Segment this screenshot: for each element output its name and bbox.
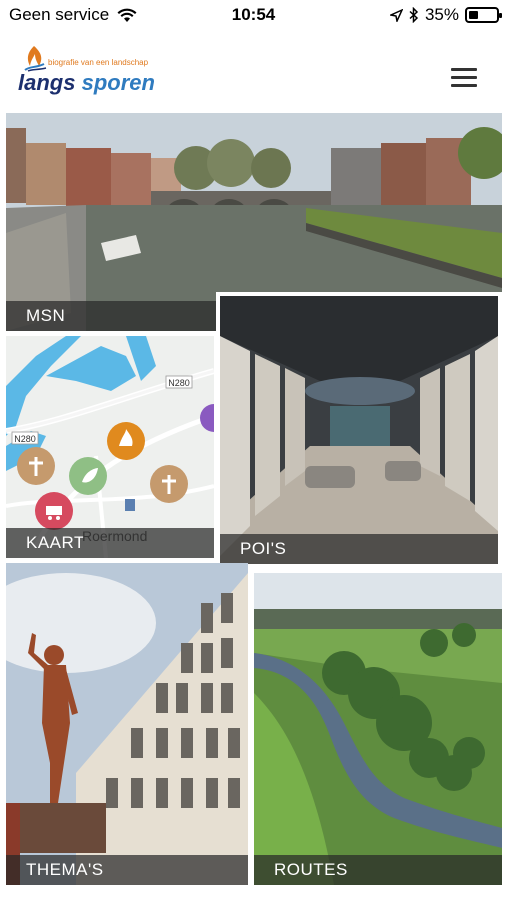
battery-icon	[465, 7, 502, 23]
flame-logo-icon	[24, 46, 47, 72]
status-bar: Geen service 10:54 35%	[0, 0, 507, 30]
bluetooth-icon	[409, 7, 419, 23]
pois-photo-frame	[220, 296, 498, 564]
tile-kaart[interactable]: N280 N280 KAART Roermond	[6, 336, 214, 558]
logo-wordmark: langs sporen	[18, 70, 155, 96]
pois-photo	[220, 296, 498, 564]
battery-percentage: 35%	[424, 5, 459, 24]
logo-word-sporen: sporen	[81, 70, 155, 95]
routes-photo	[254, 573, 502, 885]
logo-word-langs: langs	[18, 70, 76, 95]
tile-themas[interactable]: THEMA'S	[6, 563, 248, 885]
battery-level	[469, 11, 478, 19]
tile-routes[interactable]: ROUTES	[254, 573, 502, 885]
tile-routes-label: ROUTES	[254, 855, 502, 885]
tile-pois[interactable]: POI'S	[216, 292, 502, 568]
langs-sporen-logo[interactable]: biografie van een landschap langs sporen	[18, 44, 155, 104]
hamburger-menu-icon[interactable]	[451, 68, 477, 88]
app-header: biografie van een landschap langs sporen	[0, 30, 507, 110]
tile-themas-label: THEMA'S	[6, 855, 248, 885]
logo-tagline: biografie van een landschap	[48, 58, 149, 67]
location-arrow-icon	[389, 8, 403, 22]
map-road-label-lower: N280	[14, 434, 36, 444]
tile-pois-label: POI'S	[220, 534, 498, 564]
themas-photo	[6, 563, 248, 885]
map-city-label: Roermond	[82, 528, 148, 544]
map-road-label-upper: N280	[168, 378, 190, 388]
map-preview: N280 N280	[6, 336, 214, 558]
